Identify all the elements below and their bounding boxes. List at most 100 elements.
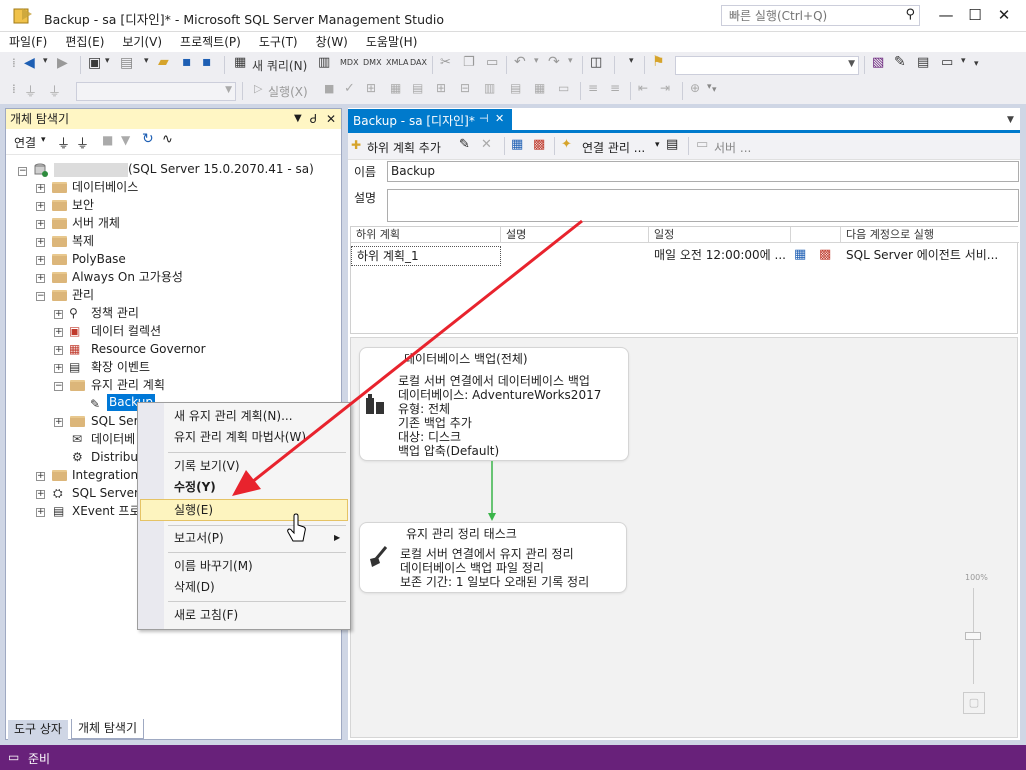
open-folder-icon[interactable]: ▰ (158, 54, 169, 70)
tree-item-maintenance-plans[interactable]: 유지 관리 계획 (91, 376, 165, 394)
dropdown-arrow-icon[interactable]: ▾ (105, 56, 110, 66)
cut-icon[interactable]: ✂ (440, 55, 451, 70)
expand-toggle[interactable]: + (36, 256, 45, 265)
tree-item-database-mail[interactable]: 데이터베 (91, 430, 135, 448)
tree-item-policy-management[interactable]: 정책 관리 (91, 304, 139, 322)
dmx-query-button[interactable]: DMX (363, 58, 382, 67)
find-in-files-icon[interactable]: ⚑ (652, 54, 665, 70)
collapse-toggle[interactable]: − (36, 292, 45, 301)
task-maintenance-cleanup[interactable]: 유지 관리 정리 태스크 로컬 서버 연결에서 유지 관리 정리 데이터베이스 … (359, 522, 627, 593)
expand-toggle[interactable]: + (54, 364, 63, 373)
parse-icon[interactable]: ✓ (344, 81, 355, 96)
undo-icon[interactable]: ↶ (514, 54, 526, 70)
menu-item-plan-wizard[interactable]: 유지 관리 계획 마법사(W) (140, 426, 348, 448)
add-subplan-icon[interactable]: ✚ (351, 138, 361, 152)
expand-toggle[interactable]: + (36, 508, 45, 517)
add-subplan-button[interactable]: 하위 계획 추가 (367, 139, 441, 156)
available-databases-combo[interactable]: ▼ (76, 82, 236, 101)
zoom-slider-thumb[interactable] (965, 632, 981, 640)
display-plan-icon[interactable]: ⊞ (366, 81, 376, 95)
back-icon[interactable]: ◀ (24, 55, 35, 71)
column-header-description[interactable]: 설명 (501, 227, 649, 243)
document-tab[interactable]: Backup - sa [디자인]* ⊣ ✕ (348, 109, 512, 130)
results-grid-icon[interactable]: ▦ (534, 81, 545, 95)
description-field[interactable] (387, 189, 1019, 222)
schedule-icon[interactable]: ▦ (511, 137, 523, 152)
new-query-button[interactable]: 새 쿼리(N) (252, 57, 307, 74)
expand-toggle[interactable]: + (36, 202, 45, 211)
expand-toggle[interactable]: + (54, 310, 63, 319)
name-field[interactable]: Backup (387, 161, 1019, 182)
activity-monitor-icon[interactable]: ◫ (590, 55, 602, 70)
comment-icon[interactable]: ≡ (588, 81, 598, 95)
expand-toggle[interactable]: + (54, 346, 63, 355)
query-designer-icon[interactable]: ▦ (390, 81, 401, 95)
specify-values-icon[interactable]: ⊕ (690, 81, 700, 95)
tree-item-databases[interactable]: 데이터베이스 (72, 178, 138, 196)
column-header-run-as[interactable]: 다음 계정으로 실행 (841, 227, 1019, 243)
tree-item-replication[interactable]: 복제 (72, 232, 94, 250)
menu-item-refresh[interactable]: 새로 고침(F) (140, 604, 348, 626)
disconnect-icon[interactable]: ⏚ (76, 133, 89, 152)
tab-object-explorer[interactable]: 개체 탐색기 (71, 719, 145, 739)
client-stats-icon[interactable]: ▥ (484, 81, 495, 95)
tree-item-management[interactable]: 관리 (72, 286, 94, 304)
remove-schedule-icon[interactable]: ▩ (819, 247, 831, 262)
tree-item-sql-server-agent[interactable]: SQL Server (72, 484, 139, 502)
menu-help[interactable]: 도움말(H) (357, 32, 427, 51)
new-file-icon[interactable]: ▤ (120, 55, 133, 71)
decrease-indent-icon[interactable]: ⇤ (638, 81, 648, 95)
menu-view[interactable]: 보기(V) (113, 32, 171, 51)
expand-toggle[interactable]: + (36, 472, 45, 481)
new-query-icon[interactable]: ▦ (234, 55, 246, 70)
menu-item-reports[interactable]: 보고서(P) (140, 527, 348, 549)
activity-monitor-icon[interactable]: ∿ (162, 132, 173, 147)
new-project-icon[interactable]: ▣ (88, 55, 101, 71)
servers-icon[interactable]: ▭ (696, 137, 708, 152)
schedule-calendar-icon[interactable]: ▦ (794, 247, 806, 262)
column-header-schedule[interactable]: 일정 (649, 227, 791, 243)
execute-button[interactable]: 실행(X) (268, 83, 308, 100)
zoom-fit-icon[interactable]: ▢ (963, 692, 985, 714)
design-surface[interactable]: 데이터베이스 백업(전체) 로컬 서버 연결에서 데이터베이스 백업 데이터베이… (350, 337, 1018, 738)
expand-toggle[interactable]: + (36, 274, 45, 283)
change-connection-icon[interactable]: ⏚ (48, 81, 61, 100)
uncomment-icon[interactable]: ≡ (610, 81, 620, 95)
xmla-query-button[interactable]: XMLA (386, 58, 409, 67)
filter-icon[interactable]: ▼ (121, 133, 130, 147)
quick-launch[interactable]: ⚲ (721, 5, 920, 26)
dropdown-arrow-icon[interactable]: ▾ (655, 140, 660, 150)
delete-subplan-icon[interactable]: ✕ (481, 137, 492, 152)
collapse-toggle[interactable]: − (18, 167, 27, 176)
properties-wrench-icon[interactable]: ✎ (894, 54, 906, 70)
paste-icon[interactable]: ▭ (486, 55, 498, 70)
save-icon[interactable]: ▪ (182, 54, 192, 70)
dropdown-arrow-icon[interactable]: ▾ (707, 82, 712, 92)
dropdown-arrow-icon[interactable]: ▾ (41, 135, 46, 145)
increase-indent-icon[interactable]: ⇥ (660, 81, 670, 95)
expand-toggle[interactable]: + (36, 238, 45, 247)
dropdown-arrow-icon[interactable]: ▼ (294, 109, 302, 129)
redo-icon[interactable]: ↷ (548, 54, 560, 70)
include-plan-icon[interactable]: ⊞ (436, 81, 446, 95)
menu-item-new-plan[interactable]: 새 유지 관리 계획(N)... (140, 405, 348, 427)
toolbar-options-icon[interactable]: ▾ (974, 59, 979, 69)
copy-icon[interactable]: ❐ (463, 55, 475, 70)
expand-toggle[interactable]: + (54, 418, 63, 427)
results-file-icon[interactable]: ▭ (558, 81, 569, 95)
menu-item-execute[interactable]: 실행(E) (140, 499, 348, 521)
quick-launch-input[interactable] (722, 6, 892, 25)
dropdown-arrow-icon[interactable]: ▾ (629, 56, 634, 66)
cell-subplan[interactable]: 하위 계획_1 (351, 246, 501, 266)
connect-icon[interactable]: ⏚ (24, 81, 37, 100)
intellisense-icon[interactable]: ▤ (412, 81, 423, 95)
menu-item-rename[interactable]: 이름 바꾸기(M) (140, 555, 348, 577)
task-backup-database[interactable]: 데이터베이스 백업(전체) 로컬 서버 연결에서 데이터베이스 백업 데이터베이… (359, 347, 629, 461)
dax-query-button[interactable]: DAX (410, 58, 427, 67)
results-text-icon[interactable]: ▤ (510, 81, 521, 95)
menu-tools[interactable]: 도구(T) (250, 32, 307, 51)
collapse-toggle[interactable]: − (54, 382, 63, 391)
cell-description[interactable] (501, 246, 649, 266)
reporting-icon[interactable]: ▤ (666, 137, 678, 152)
solution-explorer-icon[interactable]: ▧ (872, 55, 884, 70)
